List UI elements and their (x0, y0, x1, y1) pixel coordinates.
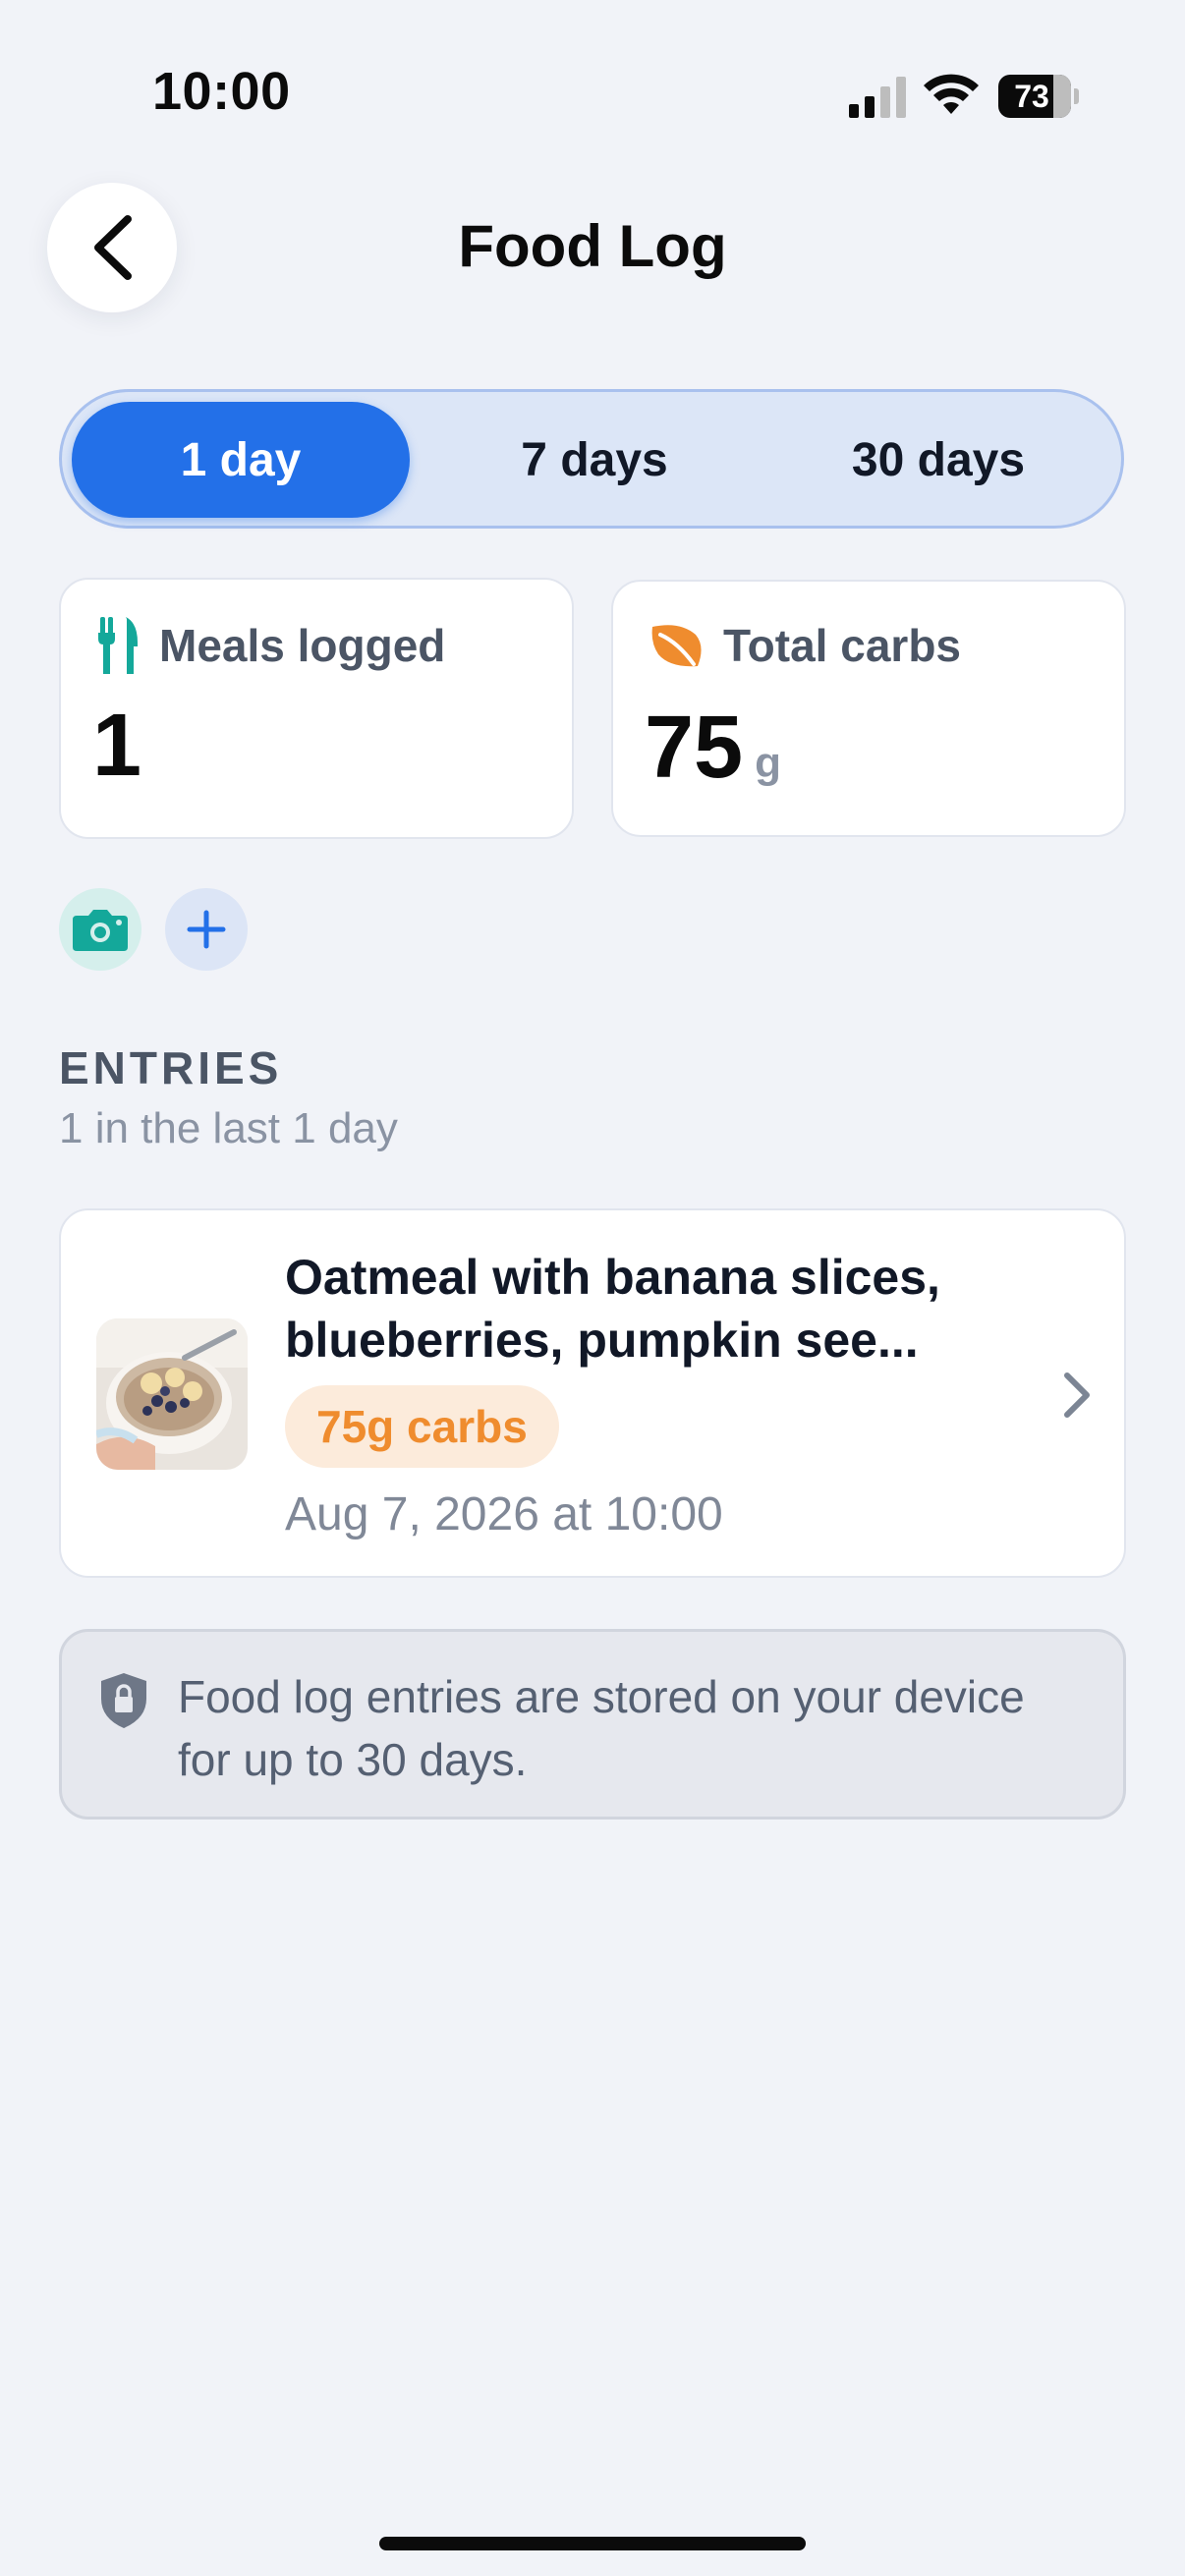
total-carbs-value: 75 (645, 699, 744, 797)
entry-timestamp: Aug 7, 2026 at 10:00 (285, 1488, 723, 1540)
carbs-badge: 75g carbs (285, 1385, 559, 1468)
battery-icon: 73 (998, 75, 1079, 118)
cellular-signal-icon (849, 77, 906, 118)
camera-icon (73, 910, 128, 951)
total-carbs-unit: g (755, 739, 781, 787)
entry-title: Oatmeal with banana slices, blueberries,… (285, 1250, 940, 1368)
storage-info-text: Food log entries are stored on your devi… (178, 1671, 1025, 1785)
total-carbs-card: Total carbs 75 g (611, 580, 1126, 837)
meals-logged-value: 1 (92, 697, 142, 795)
battery-level: 73 (1014, 79, 1049, 114)
home-indicator[interactable] (379, 2537, 806, 2550)
storage-info-box: Food log entries are stored on your devi… (59, 1629, 1126, 1820)
range-segmented-control: 1 day 7 days 30 days (59, 389, 1124, 529)
food-entry-card[interactable]: Oatmeal with banana slices, blueberries,… (59, 1208, 1126, 1578)
plus-icon (187, 910, 226, 949)
entry-thumbnail (96, 1318, 248, 1470)
status-time: 10:00 (152, 62, 291, 121)
page-title: Food Log (458, 213, 727, 279)
total-carbs-label: Total carbs (723, 620, 961, 671)
add-entry-button[interactable] (165, 888, 248, 971)
entries-heading: ENTRIES (59, 1042, 283, 1093)
meals-logged-label: Meals logged (159, 620, 446, 671)
tab-1-day[interactable]: 1 day (72, 402, 410, 518)
camera-button[interactable] (59, 888, 141, 971)
entries-subtitle: 1 in the last 1 day (59, 1104, 398, 1152)
tab-30-days[interactable]: 30 days (769, 402, 1107, 518)
chevron-right-icon (1064, 1372, 1090, 1418)
leaf-icon (651, 625, 702, 667)
meals-logged-card: Meals logged 1 (59, 578, 574, 839)
tab-7-days[interactable]: 7 days (425, 402, 763, 518)
wifi-icon (924, 74, 979, 114)
fork-knife-icon (98, 617, 138, 674)
status-bar: 10:00 73 (0, 0, 1185, 196)
lock-shield-icon (101, 1673, 146, 1728)
